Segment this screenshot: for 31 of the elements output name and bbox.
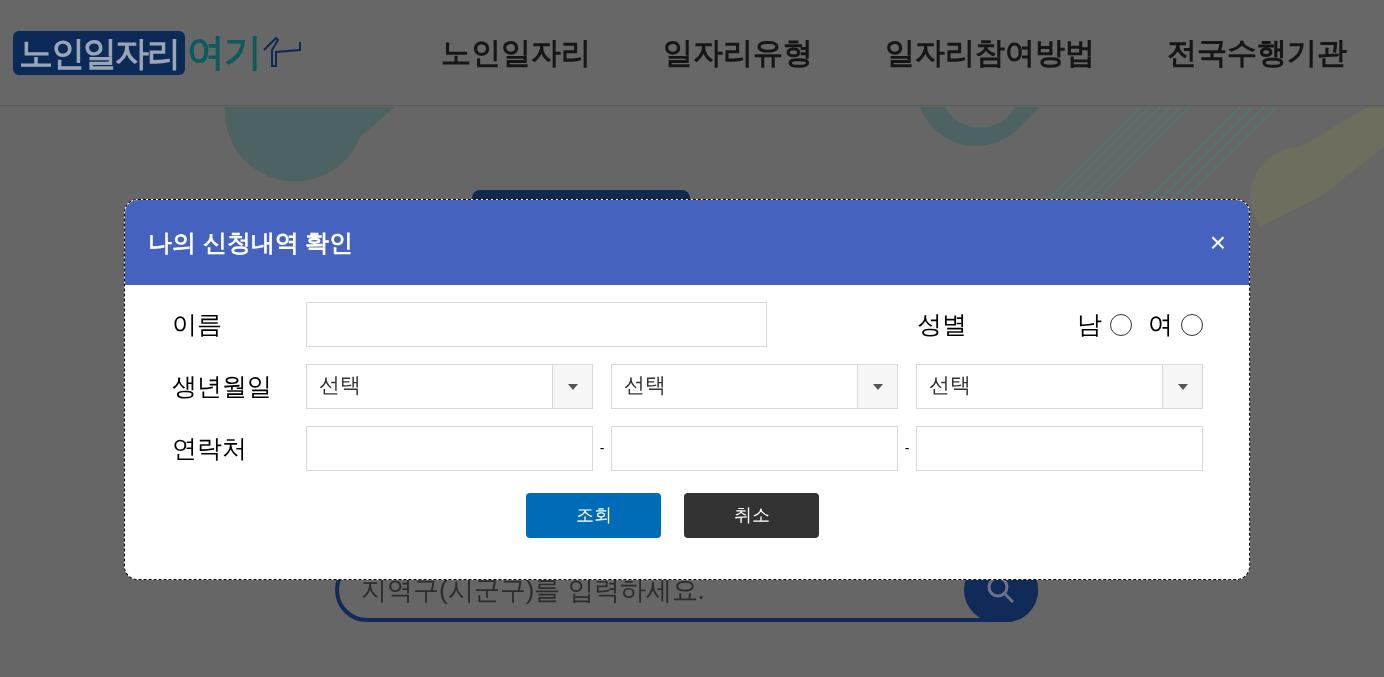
phone-input[interactable] [306, 426, 593, 471]
logo-accent-text: 여기 [187, 30, 261, 75]
nav-link[interactable]: 노인일자리 [441, 30, 591, 75]
field-label: 성별 [917, 308, 967, 340]
phone-input[interactable] [611, 426, 898, 471]
separator-text: - [598, 439, 606, 458]
select-field[interactable]: 선택 [916, 364, 1203, 409]
radio-label: 여 [1148, 308, 1173, 340]
select-field[interactable]: 선택 [611, 364, 898, 409]
dropdown-caret-icon [872, 383, 883, 390]
dropdown-caret-icon [1177, 383, 1188, 390]
nav-link[interactable]: 일자리유형 [663, 30, 813, 75]
nav-link[interactable]: 일자리참여방법 [885, 30, 1095, 75]
cancel-button[interactable]: 취소 [684, 493, 819, 538]
search-field[interactable]: 지역구(시군구)를 입력하세요. [361, 570, 951, 610]
radio-label: 남 [1077, 308, 1102, 340]
field-label: 생년월일 [172, 370, 273, 402]
dialog-title: 나의 신청내역 확인 [148, 227, 354, 258]
field-label: 연락처 [172, 432, 248, 464]
nav-link[interactable]: 전국수행기관 [1167, 30, 1347, 75]
logo-text[interactable]: 노인일자리 [13, 30, 185, 75]
close-button[interactable]: × [1209, 228, 1226, 257]
phone-input[interactable] [916, 426, 1203, 471]
separator-text: - [903, 439, 911, 458]
search-submit-button[interactable]: 조회 [526, 493, 661, 538]
dropdown-caret-icon [567, 383, 578, 390]
select-field[interactable]: 선택 [306, 364, 593, 409]
radio-button[interactable] [1110, 313, 1132, 336]
name-input[interactable] [306, 302, 767, 347]
field-label: 이름 [172, 308, 223, 340]
radio-button[interactable] [1181, 313, 1203, 336]
